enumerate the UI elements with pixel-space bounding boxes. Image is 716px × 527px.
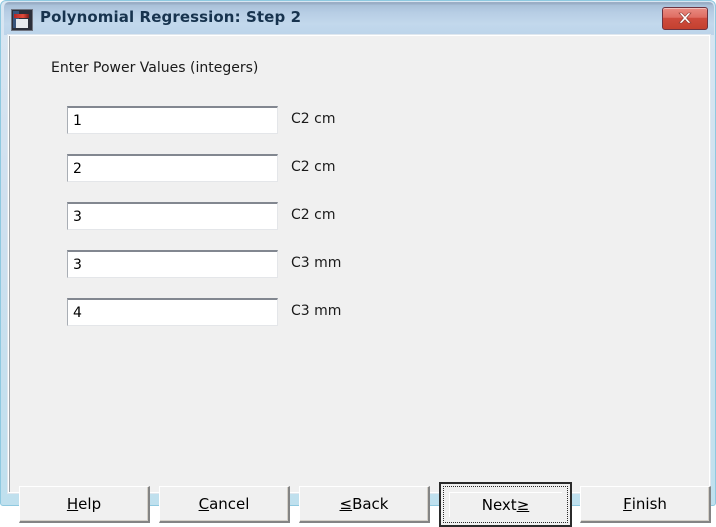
- close-icon: [678, 12, 692, 24]
- column-label-2: C2 cm: [291, 159, 336, 175]
- dialog-client-area: Enter Power Values (integers) C2 cm C2 c…: [8, 35, 711, 527]
- help-button[interactable]: Help: [19, 486, 150, 523]
- power-value-input-1[interactable]: [67, 106, 278, 134]
- cancel-button-accel: C: [198, 495, 210, 513]
- next-button-label: Next: [481, 495, 517, 514]
- column-label-1: C2 cm: [291, 111, 336, 127]
- minitab-app-icon: [11, 9, 33, 31]
- finish-button[interactable]: Finish: [580, 486, 711, 523]
- next-button-accel: ≥: [516, 495, 530, 514]
- column-label-5: C3 mm: [291, 303, 342, 319]
- window-frame-inner: Polynomial Regression: Step 2 Enter Powe…: [4, 1, 714, 527]
- close-button[interactable]: [662, 7, 708, 30]
- cancel-button[interactable]: Cancel: [159, 486, 290, 523]
- dialog-window: Polynomial Regression: Step 2 Enter Powe…: [0, 0, 716, 527]
- finish-button-label: inish: [631, 495, 667, 513]
- back-button-accel: ≤: [339, 495, 353, 513]
- cancel-button-label: ancel: [209, 495, 250, 513]
- help-button-label: elp: [78, 495, 102, 513]
- power-value-input-3[interactable]: [67, 202, 278, 230]
- column-label-4: C3 mm: [291, 255, 342, 271]
- back-button-label: Back: [352, 495, 389, 513]
- finish-button-accel: F: [623, 495, 632, 513]
- window-title: Polynomial Regression: Step 2: [40, 8, 302, 26]
- next-button[interactable]: Next ≥: [443, 486, 568, 523]
- back-button[interactable]: ≤ Back: [299, 486, 430, 523]
- help-button-accel: H: [66, 495, 79, 513]
- client-left-edge: [9, 36, 10, 492]
- power-value-input-5[interactable]: [67, 298, 278, 326]
- column-label-3: C2 cm: [291, 207, 336, 223]
- power-value-input-4[interactable]: [67, 250, 278, 278]
- title-bar[interactable]: Polynomial Regression: Step 2: [4, 2, 714, 35]
- page-title: Enter Power Values (integers): [51, 60, 259, 76]
- next-button-default-frame: Next ≥: [439, 482, 572, 527]
- power-value-input-2[interactable]: [67, 154, 278, 182]
